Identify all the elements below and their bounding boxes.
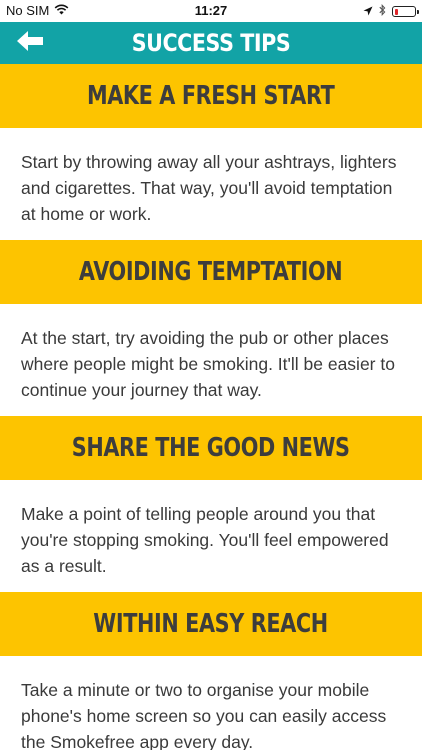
tips-list: MAKE A FRESH START Start by throwing awa… bbox=[0, 64, 422, 750]
bluetooth-icon bbox=[379, 3, 386, 19]
status-bar: No SIM 11:27 bbox=[0, 0, 422, 22]
battery-level bbox=[394, 8, 398, 15]
success-tips-screen: No SIM 11:27 SUCCESS TIPS MAKE A FRESH S… bbox=[0, 0, 422, 750]
tip-header: MAKE A FRESH START bbox=[0, 64, 422, 128]
clock: 11:27 bbox=[194, 3, 228, 18]
tip-body: Start by throwing away all your ashtrays… bbox=[21, 152, 397, 224]
tip-header: WITHIN EASY REACH bbox=[0, 592, 422, 656]
tip-header: SHARE THE GOOD NEWS bbox=[0, 416, 422, 480]
tip-body: Take a minute or two to organise your mo… bbox=[21, 680, 387, 750]
tip-title: WITHIN EASY REACH bbox=[93, 609, 329, 639]
page-title: SUCCESS TIPS bbox=[131, 29, 291, 57]
tip-title: SHARE THE GOOD NEWS bbox=[72, 433, 350, 463]
tip-title: AVOIDING TEMPTATION bbox=[79, 257, 343, 287]
battery-low-icon bbox=[392, 6, 419, 17]
tip-body: At the start, try avoiding the pub or ot… bbox=[21, 328, 395, 400]
tip-title: MAKE A FRESH START bbox=[87, 81, 335, 111]
tip-body: Make a point of telling people around yo… bbox=[21, 504, 389, 576]
nav-bar: SUCCESS TIPS bbox=[0, 22, 422, 64]
battery-cap bbox=[417, 10, 419, 14]
status-right bbox=[363, 3, 419, 19]
location-arrow-icon bbox=[363, 4, 373, 19]
tip-header: AVOIDING TEMPTATION bbox=[0, 240, 422, 304]
